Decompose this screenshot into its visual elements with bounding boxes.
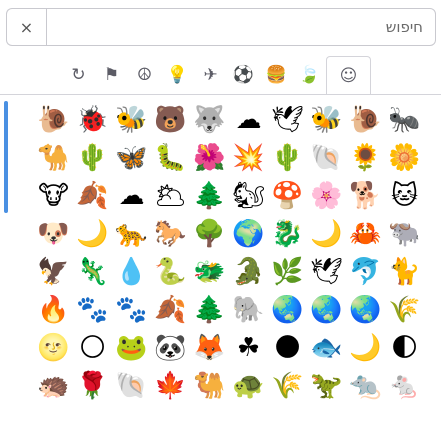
- emoji-item[interactable]: 🔥: [34, 291, 73, 329]
- emoji-item[interactable]: 🌓: [385, 329, 424, 367]
- emoji-item[interactable]: 🐚: [307, 139, 346, 177]
- emoji-item[interactable]: 🍂: [151, 291, 190, 329]
- emoji-item[interactable]: 🌾: [268, 367, 307, 405]
- tab-flags-icon[interactable]: ⚑: [95, 56, 128, 94]
- emoji-item[interactable]: 🐝: [307, 101, 346, 139]
- emoji-item[interactable]: 🦋: [112, 139, 151, 177]
- emoji-item[interactable]: 🐿: [229, 177, 268, 215]
- emoji-item[interactable]: 🌑: [268, 329, 307, 367]
- emoji-item[interactable]: 🕊: [268, 101, 307, 139]
- emoji-item[interactable]: 🐆: [112, 215, 151, 253]
- emoji-grid: 🐜 🐌 🐝 🕊 ☁ 🐺 🐻 🐝 🐞 🐌 🌼 🌻 🐚 🌵 💥 🌺 🐛 🦋 🌵 🐪 🐱 🐕 🌸 🍄 🐿 🌲 🌥 ☁ 🍂 🐮 🐃 🦀 🌙 🐉 🌍 🌳 🐎 🐆 🌙 🐶…: [34, 101, 424, 405]
- emoji-item[interactable]: 🌲: [190, 291, 229, 329]
- emoji-item[interactable]: 🍂: [73, 177, 112, 215]
- emoji-item[interactable]: 🐞: [73, 101, 112, 139]
- emoji-item[interactable]: 🌹: [73, 367, 112, 405]
- tab-animals-nature-icon[interactable]: 🍃: [293, 56, 326, 94]
- emoji-item[interactable]: 💥: [229, 139, 268, 177]
- emoji-item[interactable]: ☁: [112, 177, 151, 215]
- emoji-item[interactable]: 🌵: [73, 139, 112, 177]
- category-bar: ↻ ⚑ ☮ 💡 ✈ ⚽ 🍔 🍃 ☺: [62, 56, 440, 94]
- emoji-item[interactable]: 🐕: [346, 177, 385, 215]
- scrollbar[interactable]: [4, 101, 8, 213]
- tab-recent-icon[interactable]: ↻: [62, 56, 95, 94]
- emoji-item[interactable]: 🐬: [346, 253, 385, 291]
- emoji-item[interactable]: 🦀: [346, 215, 385, 253]
- emoji-item[interactable]: 🐫: [190, 367, 229, 405]
- emoji-item[interactable]: 🌳: [190, 215, 229, 253]
- emoji-item[interactable]: 🐛: [151, 139, 190, 177]
- tab-food-drink-icon[interactable]: 🍔: [260, 56, 293, 94]
- emoji-item[interactable]: 🦊: [190, 329, 229, 367]
- emoji-item[interactable]: 🐾: [112, 291, 151, 329]
- emoji-item[interactable]: 🐌: [34, 101, 73, 139]
- emoji-item[interactable]: 🐼: [151, 329, 190, 367]
- emoji-item[interactable]: 🐃: [385, 215, 424, 253]
- close-icon: ×: [19, 17, 34, 37]
- tab-objects-icon[interactable]: 💡: [161, 56, 194, 94]
- emoji-item[interactable]: 🐉: [268, 215, 307, 253]
- emoji-item[interactable]: 🐌: [346, 101, 385, 139]
- emoji-item[interactable]: 🐢: [229, 367, 268, 405]
- emoji-item[interactable]: 🐀: [346, 367, 385, 405]
- emoji-item[interactable]: 🦅: [34, 253, 73, 291]
- emoji-item[interactable]: 🌏: [346, 291, 385, 329]
- emoji-item[interactable]: 🦎: [73, 253, 112, 291]
- emoji-item[interactable]: 🌿: [268, 253, 307, 291]
- tab-smileys-icon[interactable]: ☺: [326, 56, 371, 94]
- emoji-item[interactable]: 🌍: [229, 215, 268, 253]
- emoji-item[interactable]: 🌏: [268, 291, 307, 329]
- emoji-item[interactable]: 🐶: [34, 215, 73, 253]
- emoji-item[interactable]: 🍁: [151, 367, 190, 405]
- emoji-item[interactable]: 🍄: [268, 177, 307, 215]
- emoji-item[interactable]: 💧: [112, 253, 151, 291]
- emoji-item[interactable]: 🐾: [73, 291, 112, 329]
- tab-symbols-icon[interactable]: ☮: [128, 56, 161, 94]
- emoji-item[interactable]: 🌥: [151, 177, 190, 215]
- emoji-item[interactable]: 🐘: [229, 291, 268, 329]
- emoji-item[interactable]: 🐍: [151, 253, 190, 291]
- emoji-item[interactable]: 🌻: [346, 139, 385, 177]
- emoji-item[interactable]: 🌾: [385, 291, 424, 329]
- emoji-item[interactable]: 🌼: [385, 139, 424, 177]
- search-row: ×: [6, 8, 436, 46]
- emoji-item[interactable]: 🌝: [34, 329, 73, 367]
- emoji-item[interactable]: 🌕: [73, 329, 112, 367]
- emoji-list[interactable]: 🐜 🐌 🐝 🕊 ☁ 🐺 🐻 🐝 🐞 🐌 🌼 🌻 🐚 🌵 💥 🌺 🐛 🦋 🌵 🐪 🐱 🐕 🌸 🍄 🐿 🌲 🌥 ☁ 🍂 🐮 🐃 🦀 🌙 🐉 🌍 🌳 🐎 🐆 🌙 🐶…: [0, 94, 441, 443]
- emoji-picker: × ↻⚑☮💡✈⚽🍔🍃☺ 🐜🐌🐝🕊☁🐺🐻🐝🐞🐌🌼🌻🐚🌵💥🌺🐛🦋🌵🐪🐱🐕🌸🍄🐿🌲🌥☁…: [0, 0, 441, 443]
- emoji-item[interactable]: 🐊: [229, 253, 268, 291]
- emoji-item[interactable]: 🦖: [307, 367, 346, 405]
- emoji-item[interactable]: 🐜: [385, 101, 424, 139]
- emoji-item[interactable]: 🦔: [34, 367, 73, 405]
- emoji-item[interactable]: 🐝: [112, 101, 151, 139]
- emoji-item[interactable]: 🐺: [190, 101, 229, 139]
- emoji-item[interactable]: 🐟: [307, 329, 346, 367]
- emoji-item[interactable]: 🕊: [307, 253, 346, 291]
- emoji-item[interactable]: 🐸: [112, 329, 151, 367]
- emoji-item[interactable]: 🌏: [307, 291, 346, 329]
- emoji-item[interactable]: 🐎: [151, 215, 190, 253]
- emoji-item[interactable]: 🌙: [307, 215, 346, 253]
- emoji-item[interactable]: 🐚: [112, 367, 151, 405]
- emoji-item[interactable]: 🐁: [385, 367, 424, 405]
- emoji-item[interactable]: 🐱: [385, 177, 424, 215]
- emoji-item[interactable]: 🌙: [73, 215, 112, 253]
- emoji-item[interactable]: 🐻: [151, 101, 190, 139]
- emoji-item[interactable]: 🐪: [34, 139, 73, 177]
- emoji-item[interactable]: 🌙: [346, 329, 385, 367]
- emoji-item[interactable]: 🌸: [307, 177, 346, 215]
- emoji-item[interactable]: 🌵: [268, 139, 307, 177]
- emoji-item[interactable]: 🐲: [190, 253, 229, 291]
- emoji-item[interactable]: ☘: [229, 329, 268, 367]
- tab-travel-places-icon[interactable]: ✈: [194, 56, 227, 94]
- emoji-item[interactable]: 🐮: [34, 177, 73, 215]
- tab-activities-icon[interactable]: ⚽: [227, 56, 260, 94]
- search-input[interactable]: [46, 8, 436, 46]
- emoji-item[interactable]: ☁: [229, 101, 268, 139]
- emoji-item[interactable]: 🐈: [385, 253, 424, 291]
- clear-search-button[interactable]: ×: [6, 8, 46, 46]
- emoji-item[interactable]: 🌺: [190, 139, 229, 177]
- emoji-item[interactable]: 🌲: [190, 177, 229, 215]
